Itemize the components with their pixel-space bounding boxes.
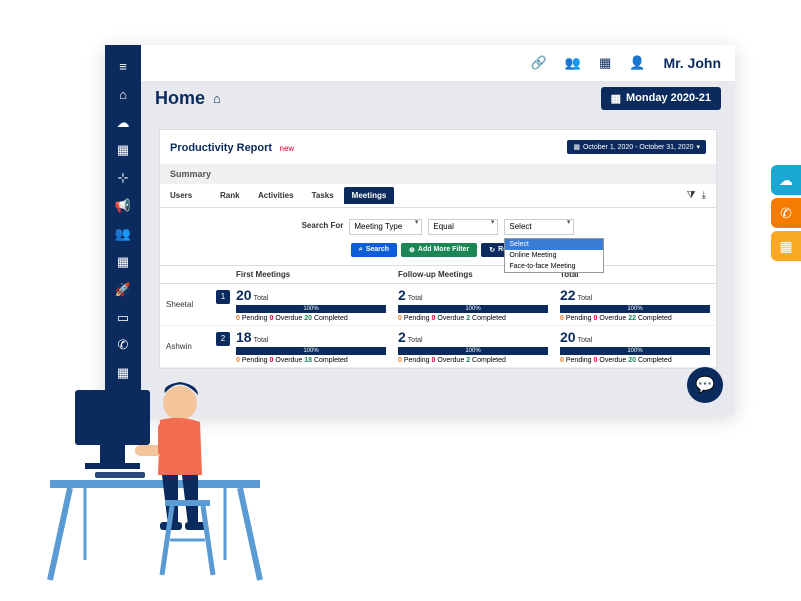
dropdown-option-select[interactable]: Select xyxy=(505,239,603,250)
dropdown-menu: Select Online Meeting Face-to-face Meeti… xyxy=(504,238,604,273)
cell-followup-1: 2Total 100% 0 Pending 0 Overdue 2 Comple… xyxy=(392,326,554,368)
calendar-tiny-icon: ▦ xyxy=(573,143,580,151)
tabs-row: Users Rank Activities Tasks Meetings ⧩ ⤓ xyxy=(160,184,716,208)
plus-icon: ⊕ xyxy=(409,246,415,254)
tab-meetings[interactable]: Meetings xyxy=(344,187,395,204)
topbar: 🔗 👥 ▦ 👤 Mr. John xyxy=(141,45,735,81)
phone-icon[interactable]: ✆ xyxy=(105,331,141,359)
grid-view-icon[interactable]: ▦ xyxy=(599,55,611,71)
date-range-text: October 1, 2020 - October 31, 2020 xyxy=(583,144,694,151)
grid-head-empty1 xyxy=(160,265,210,284)
export-icon[interactable]: ⤓ xyxy=(702,190,706,201)
search-row: Search For Meeting Type Equal Select Sel… xyxy=(160,208,716,243)
search-button[interactable]: ⌕Search xyxy=(351,243,397,257)
home-icon[interactable]: ⌂ xyxy=(105,81,141,109)
filter-icon[interactable]: ⧩ xyxy=(687,190,696,201)
link-icon[interactable]: 🔗 xyxy=(531,55,547,71)
date-badge[interactable]: ▦ Monday 2020-21 xyxy=(601,87,721,110)
side-tab-2[interactable]: ✆ xyxy=(771,198,801,228)
cell-total-0: 22Total 100% 0 Pending 0 Overdue 22 Comp… xyxy=(554,284,716,326)
dropdown-option-online[interactable]: Online Meeting xyxy=(505,250,603,261)
progress-bar: 100% xyxy=(560,347,710,355)
calendar-small-icon: ▦ xyxy=(611,92,621,105)
rocket-icon[interactable]: 🚀 xyxy=(105,276,141,304)
cloud-icon[interactable]: ☁ xyxy=(105,109,141,137)
new-tag: new xyxy=(280,144,295,153)
search-small-icon: ⌕ xyxy=(359,246,363,254)
progress-bar: 100% xyxy=(236,347,386,355)
add-filter-button[interactable]: ⊕Add More Filter xyxy=(401,243,477,257)
report-title: Productivity Report xyxy=(170,142,272,154)
summary-bar: Summary xyxy=(160,164,716,184)
home-text: Home xyxy=(155,88,205,109)
grid-head-first: First Meetings xyxy=(230,265,392,284)
reset-icon: ↻ xyxy=(489,246,495,254)
cell-first-0: 20Total 100% 0 Pending 0 Overdue 20 Comp… xyxy=(230,284,392,326)
data-grid: First Meetings Follow-up Meetings Total … xyxy=(160,265,716,368)
col-users: Users xyxy=(170,191,220,200)
select-meeting-type[interactable]: Meeting Type xyxy=(349,219,422,235)
user-row-name: Sheetal xyxy=(160,284,210,326)
date-range-picker[interactable]: ▦ October 1, 2020 - October 31, 2020 ▾ xyxy=(567,140,706,154)
progress-bar: 100% xyxy=(560,305,710,313)
side-tab-3[interactable]: ▦ xyxy=(771,231,801,261)
report-card: Productivity Report new ▦ October 1, 202… xyxy=(159,129,717,369)
progress-bar: 100% xyxy=(398,305,548,313)
tab-activities[interactable]: Activities xyxy=(250,187,302,204)
progress-bar: 100% xyxy=(398,347,548,355)
person-illustration xyxy=(30,360,280,590)
search-label: Search For xyxy=(302,221,344,230)
col-rank: Rank xyxy=(220,191,250,200)
username-label: Mr. John xyxy=(663,55,721,71)
mobile-icon[interactable]: ▭ xyxy=(105,304,141,332)
users-icon[interactable]: 👥 xyxy=(105,220,141,248)
date-text: Monday 2020-21 xyxy=(626,92,711,104)
page-title: Home ⌂ xyxy=(155,88,221,109)
button-row: ⌕Search ⊕Add More Filter ↻Reset xyxy=(160,243,716,265)
side-tab-1[interactable]: ☁ xyxy=(771,165,801,195)
progress-bar: 100% xyxy=(236,305,386,313)
tab-tasks[interactable]: Tasks xyxy=(304,187,342,204)
filter-actions: ⧩ ⤓ xyxy=(687,190,706,201)
select-operator[interactable]: Equal xyxy=(428,219,498,235)
user-row-rank: 1 xyxy=(210,284,230,326)
people-icon[interactable]: 👥 xyxy=(565,55,581,71)
calendar-icon[interactable]: ▦ xyxy=(105,137,141,165)
select-value[interactable]: Select xyxy=(504,219,574,235)
header-bar: Home ⌂ ▦ Monday 2020-21 xyxy=(141,81,735,115)
home-icon-small[interactable]: ⌂ xyxy=(213,91,221,106)
tabs: Activities Tasks Meetings xyxy=(250,187,394,204)
chevron-down-icon: ▾ xyxy=(696,143,700,151)
user-icon[interactable]: 👤 xyxy=(629,55,645,71)
grid-icon[interactable]: ▦ xyxy=(105,248,141,276)
menu-icon[interactable]: ≡ xyxy=(105,53,141,81)
network-icon[interactable]: ⊹ xyxy=(105,164,141,192)
report-header: Productivity Report new ▦ October 1, 202… xyxy=(160,130,716,164)
grid-head-empty2 xyxy=(210,265,230,284)
side-tabs: ☁ ✆ ▦ xyxy=(771,165,801,261)
cell-followup-0: 2Total 100% 0 Pending 0 Overdue 2 Comple… xyxy=(392,284,554,326)
dropdown-option-face[interactable]: Face-to-face Meeting xyxy=(505,261,603,272)
cell-total-1: 20Total 100% 0 Pending 0 Overdue 20 Comp… xyxy=(554,326,716,368)
chat-fab[interactable]: 💬 xyxy=(687,367,723,403)
announce-icon[interactable]: 📢 xyxy=(105,192,141,220)
